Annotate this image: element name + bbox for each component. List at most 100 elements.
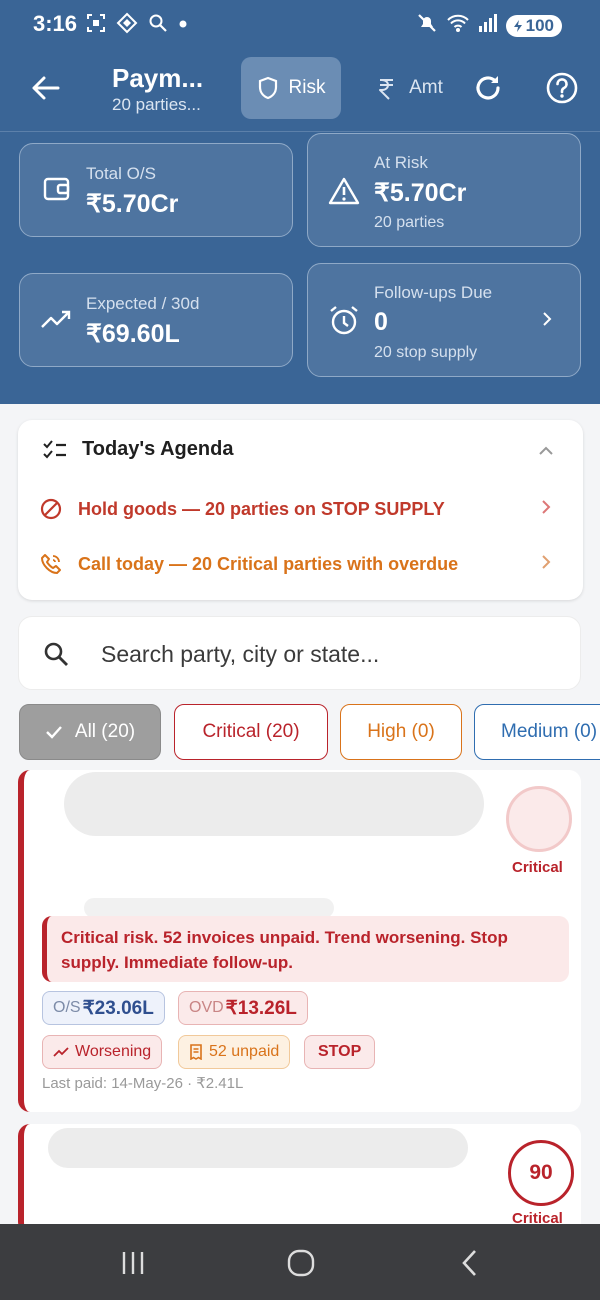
- unpaid-pill: 52 unpaid: [178, 1035, 291, 1069]
- header-panel: 3:16 100 Paym... 20 parties... Risk Amt …: [0, 0, 600, 404]
- agenda-title: Today's Agenda: [82, 438, 234, 460]
- arrow-left-icon: [32, 76, 60, 100]
- app-icon: [116, 12, 138, 39]
- filter-chip-label: All (20): [74, 721, 136, 742]
- dot-icon: [178, 13, 188, 38]
- help-icon: [546, 72, 578, 104]
- followups-sub: 20 stop supply: [374, 344, 478, 361]
- agenda-item-label: Call today — 20 Critical parties with ov…: [78, 553, 459, 574]
- search-icon: [148, 13, 168, 38]
- last-paid-text: Last paid: 14-May-26 · ₹2.41L: [42, 1075, 244, 1092]
- trend-label: Worsening: [75, 1043, 152, 1060]
- total-os-value: ₹5.70Cr: [86, 190, 179, 218]
- os-value: ₹23.06L: [82, 997, 154, 1019]
- search-icon: [43, 641, 69, 667]
- trending-icon: [53, 1047, 69, 1057]
- home-icon: [287, 1249, 315, 1277]
- filter-chip-high[interactable]: High (0): [340, 704, 462, 760]
- page-title: Paym...: [112, 63, 204, 93]
- status-time: 3:16: [33, 11, 78, 36]
- expected-label: Expected / 30d: [86, 294, 200, 313]
- title-block: Paym... 20 parties...: [112, 62, 203, 116]
- mute-icon: [416, 12, 438, 39]
- recent-apps-icon: [122, 1252, 144, 1274]
- search-bar: [18, 616, 581, 690]
- status-bar: 3:16 100: [0, 0, 600, 50]
- filter-chip-critical[interactable]: Critical (20): [174, 704, 328, 760]
- back-nav-button[interactable]: [454, 1246, 488, 1280]
- card-at-risk[interactable]: At Risk ₹5.70Cr 20 parties: [307, 133, 581, 247]
- tab-amount[interactable]: Amt: [360, 57, 460, 119]
- ovd-prefix: OVD: [189, 999, 224, 1016]
- expected-value: ₹69.60L: [86, 320, 180, 348]
- wallet-icon: [42, 174, 76, 208]
- header-divider: [0, 131, 600, 132]
- filter-chip-label: Critical (20): [202, 721, 300, 742]
- search-input[interactable]: [101, 633, 561, 675]
- app-bar: Paym... 20 parties... Risk Amt: [0, 54, 600, 126]
- agenda-header[interactable]: Today's Agenda: [42, 438, 233, 461]
- os-prefix: O/S: [53, 999, 81, 1016]
- followups-value: 0: [374, 308, 388, 336]
- card-expected[interactable]: Expected / 30d ₹69.60L: [19, 273, 293, 367]
- chevron-right-icon: [540, 553, 552, 576]
- risk-alert: Critical risk. 52 invoices unpaid. Trend…: [42, 916, 569, 982]
- stop-label: STOP: [318, 1043, 362, 1060]
- screenshot-icon: [86, 13, 106, 38]
- redacted-party-location: [84, 898, 334, 918]
- chevron-right-icon: [540, 498, 552, 521]
- chevron-right-icon: [540, 310, 554, 333]
- tab-amount-label: Amt: [409, 77, 443, 98]
- redacted-party-name: [48, 1128, 468, 1168]
- filter-chip-all[interactable]: All (20): [19, 704, 161, 760]
- back-nav-icon: [462, 1250, 476, 1276]
- tab-risk-label: Risk: [288, 77, 326, 98]
- redacted-party-name: [64, 772, 484, 836]
- system-nav-bar: [0, 1224, 600, 1300]
- risk-score-ring: [506, 786, 572, 852]
- back-button[interactable]: [26, 68, 66, 108]
- battery-level: 100: [525, 15, 554, 35]
- ovd-value: ₹13.26L: [225, 997, 297, 1019]
- filter-chip-medium[interactable]: Medium (0): [474, 704, 600, 760]
- checklist-icon: [43, 439, 66, 458]
- help-button[interactable]: [544, 70, 580, 106]
- home-button[interactable]: [284, 1246, 318, 1280]
- party-card[interactable]: 90 Critical: [18, 1124, 581, 1234]
- alarm-clock-icon: [328, 304, 362, 338]
- page-subtitle: 20 parties...: [112, 95, 201, 114]
- trend-pill: Worsening: [42, 1035, 163, 1069]
- risk-score-ring: 90: [508, 1140, 574, 1206]
- tab-risk[interactable]: Risk: [241, 57, 341, 119]
- refresh-button[interactable]: [470, 70, 506, 106]
- battery-icon: 100: [505, 14, 562, 37]
- total-os-label: Total O/S: [86, 164, 156, 183]
- trending-up-icon: [40, 306, 74, 340]
- stop-pill: STOP: [304, 1035, 376, 1069]
- agenda-card: Today's Agenda Hold goods — 20 parties o…: [18, 420, 583, 600]
- overdue-amount-pill: OVD ₹13.26L: [178, 991, 308, 1025]
- wifi-icon: [446, 12, 470, 39]
- refresh-icon: [476, 76, 500, 100]
- rupee-icon: [379, 79, 394, 100]
- at-risk-label: At Risk: [374, 153, 428, 172]
- card-total-os[interactable]: Total O/S ₹5.70Cr: [19, 143, 293, 237]
- agenda-item-stop-supply[interactable]: Hold goods — 20 parties on STOP SUPPLY: [40, 498, 570, 520]
- agenda-item-call-today[interactable]: Call today — 20 Critical parties with ov…: [40, 553, 570, 575]
- filter-chip-label: High (0): [367, 721, 435, 742]
- os-amount-pill: O/S ₹23.06L: [42, 991, 165, 1025]
- block-icon: [40, 498, 62, 520]
- at-risk-sub: 20 parties: [374, 214, 445, 231]
- recent-apps-button[interactable]: [116, 1246, 150, 1280]
- risk-score-value: 90: [529, 1161, 553, 1184]
- signal-icon: [478, 13, 498, 38]
- check-icon: [46, 726, 62, 739]
- followups-label: Follow-ups Due: [374, 283, 493, 302]
- warning-icon: [328, 176, 362, 210]
- at-risk-value: ₹5.70Cr: [374, 179, 467, 207]
- party-card[interactable]: Critical Critical risk. 52 invoices unpa…: [18, 770, 581, 1112]
- unpaid-label: 52 unpaid: [209, 1043, 280, 1060]
- chevron-up-icon[interactable]: [537, 442, 555, 460]
- phone-icon: [41, 554, 61, 574]
- card-followups[interactable]: Follow-ups Due 0 20 stop supply: [307, 263, 581, 377]
